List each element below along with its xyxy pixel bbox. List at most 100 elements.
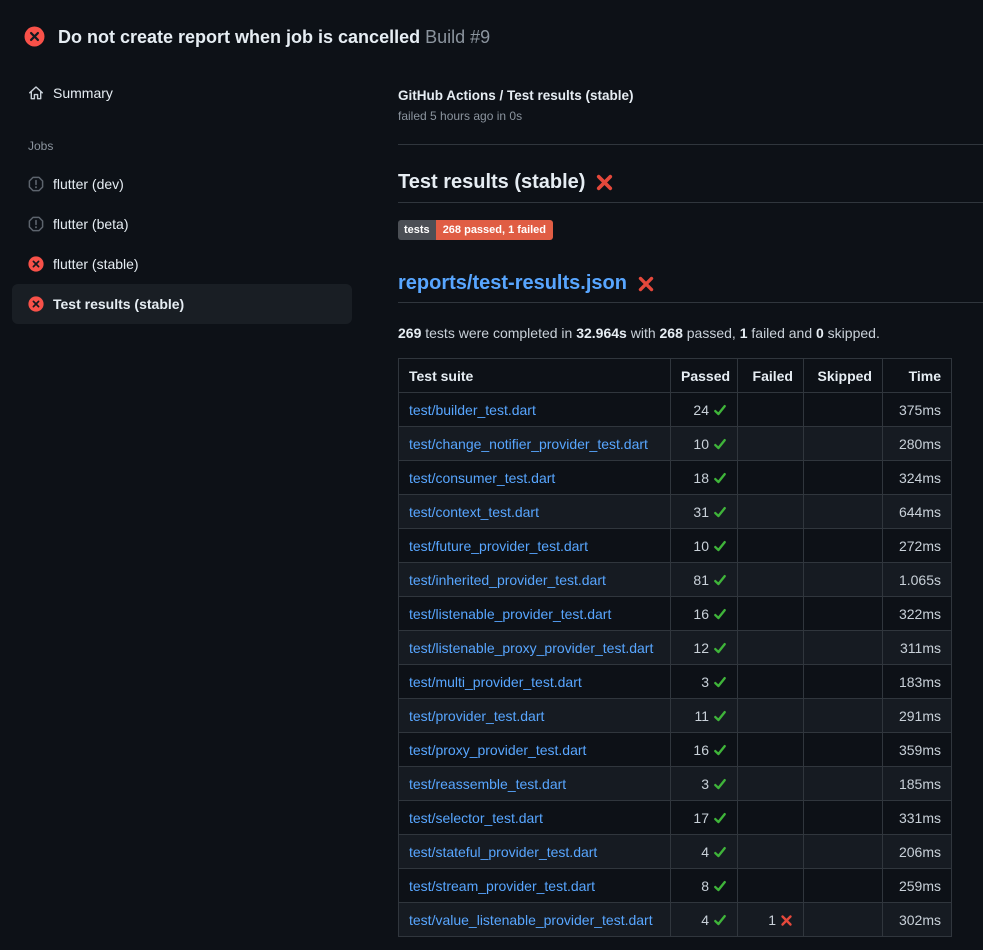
passed-count: 10 <box>693 538 709 554</box>
failed-cell <box>738 597 804 631</box>
test-suite-link[interactable]: test/multi_provider_test.dart <box>409 674 582 690</box>
test-suite-link[interactable]: test/listenable_proxy_provider_test.dart <box>409 640 653 656</box>
failed-cell <box>738 393 804 427</box>
test-suite-link[interactable]: test/consumer_test.dart <box>409 470 555 486</box>
check-icon <box>713 505 727 519</box>
skipped-cell <box>804 767 883 801</box>
passed-cell: 12 <box>671 631 738 665</box>
time-value: 259ms <box>883 869 952 903</box>
test-suite-cell: test/selector_test.dart <box>399 801 671 835</box>
failed-cell <box>738 665 804 699</box>
sidebar-item-test-results-stable[interactable]: Test results (stable) <box>12 284 352 324</box>
check-icon <box>713 437 727 451</box>
time-value: 331ms <box>883 801 952 835</box>
table-header-row: Test suite Passed Failed Skipped Time <box>399 359 952 393</box>
skipped-cell <box>804 835 883 869</box>
sidebar-item-label: Summary <box>53 85 113 101</box>
test-suite-link[interactable]: test/builder_test.dart <box>409 402 536 418</box>
sidebar-item-flutter-beta[interactable]: flutter (beta) <box>12 204 352 244</box>
passed-count: 81 <box>693 572 709 588</box>
skipped-cell <box>804 393 883 427</box>
skipped-cell <box>804 461 883 495</box>
summary-segment: 0 <box>816 325 824 341</box>
sidebar-item-label: flutter (stable) <box>53 256 139 272</box>
column-header-test-suite: Test suite <box>399 359 671 393</box>
time-value: 324ms <box>883 461 952 495</box>
report-heading: reports/test-results.json <box>398 271 983 303</box>
check-icon <box>713 845 727 859</box>
summary-segment: skipped. <box>824 325 880 341</box>
column-header-time: Time <box>883 359 952 393</box>
check-title-text: Test results (stable) <box>398 170 585 195</box>
passed-count: 24 <box>693 402 709 418</box>
test-suite-link[interactable]: test/provider_test.dart <box>409 708 544 724</box>
table-row: test/future_provider_test.dart 10 272ms <box>399 529 952 563</box>
passed-cell: 3 <box>671 767 738 801</box>
check-icon <box>713 675 727 689</box>
check-icon <box>713 811 727 825</box>
check-icon <box>713 573 727 587</box>
test-suite-link[interactable]: test/value_listenable_provider_test.dart <box>409 912 653 928</box>
stop-icon <box>28 176 44 192</box>
time-value: 644ms <box>883 495 952 529</box>
cross-icon <box>637 275 655 293</box>
skipped-cell <box>804 903 883 937</box>
sidebar-item-flutter-stable[interactable]: flutter (stable) <box>12 244 352 284</box>
failed-cell <box>738 461 804 495</box>
tests-badge: tests 268 passed, 1 failed <box>398 220 553 240</box>
badge-value: 268 passed, 1 failed <box>436 220 553 240</box>
test-suite-link[interactable]: test/context_test.dart <box>409 504 539 520</box>
skipped-cell <box>804 869 883 903</box>
time-value: 311ms <box>883 631 952 665</box>
build-number: Build #9 <box>425 27 490 47</box>
failed-cell <box>738 427 804 461</box>
passed-cell: 10 <box>671 427 738 461</box>
test-suite-link[interactable]: test/stateful_provider_test.dart <box>409 844 597 860</box>
failed-cell <box>738 869 804 903</box>
test-suite-link[interactable]: test/stream_provider_test.dart <box>409 878 595 894</box>
summary-segment: passed, <box>683 325 740 341</box>
section-divider <box>398 144 983 145</box>
test-suite-link[interactable]: test/inherited_provider_test.dart <box>409 572 606 588</box>
passed-count: 16 <box>693 606 709 622</box>
report-link[interactable]: reports/test-results.json <box>398 271 627 296</box>
passed-cell: 81 <box>671 563 738 597</box>
skipped-cell <box>804 733 883 767</box>
failed-cell <box>738 529 804 563</box>
check-icon <box>713 777 727 791</box>
passed-count: 8 <box>701 878 709 894</box>
sidebar-item-flutter-dev[interactable]: flutter (dev) <box>12 164 352 204</box>
test-suite-link[interactable]: test/selector_test.dart <box>409 810 543 826</box>
passed-cell: 10 <box>671 529 738 563</box>
passed-count: 31 <box>693 504 709 520</box>
failed-cell <box>738 767 804 801</box>
time-value: 272ms <box>883 529 952 563</box>
table-row: test/consumer_test.dart18324ms <box>399 461 952 495</box>
check-icon <box>713 913 727 927</box>
test-suite-link[interactable]: test/future_provider_test.dart <box>409 538 588 554</box>
check-icon <box>713 607 727 621</box>
check-run-header: Do not create report when job is cancell… <box>0 0 983 56</box>
check-icon <box>713 743 727 757</box>
passed-cell: 4 <box>671 835 738 869</box>
test-suite-link[interactable]: test/listenable_provider_test.dart <box>409 606 611 622</box>
sidebar-item-summary[interactable]: Summary <box>12 73 352 113</box>
time-value: 280ms <box>883 427 952 461</box>
skipped-cell <box>804 699 883 733</box>
test-suite-link[interactable]: test/change_notifier_provider_test.dart <box>409 436 648 452</box>
passed-count: 10 <box>693 436 709 452</box>
summary-segment: 32.964s <box>576 325 627 341</box>
test-suite-link[interactable]: test/proxy_provider_test.dart <box>409 742 586 758</box>
time-value: 359ms <box>883 733 952 767</box>
check-icon <box>713 641 727 655</box>
passed-count: 3 <box>701 674 709 690</box>
check-icon <box>713 539 727 553</box>
passed-count: 3 <box>701 776 709 792</box>
column-header-passed: Passed <box>671 359 738 393</box>
failed-cell: 1 <box>738 903 804 937</box>
table-row: test/listenable_provider_test.dart16322m… <box>399 597 952 631</box>
jobs-section-label: Jobs <box>12 113 352 164</box>
passed-count: 12 <box>693 640 709 656</box>
test-suite-link[interactable]: test/reassemble_test.dart <box>409 776 566 792</box>
check-run-name: Do not create report when job is cancell… <box>58 27 420 47</box>
